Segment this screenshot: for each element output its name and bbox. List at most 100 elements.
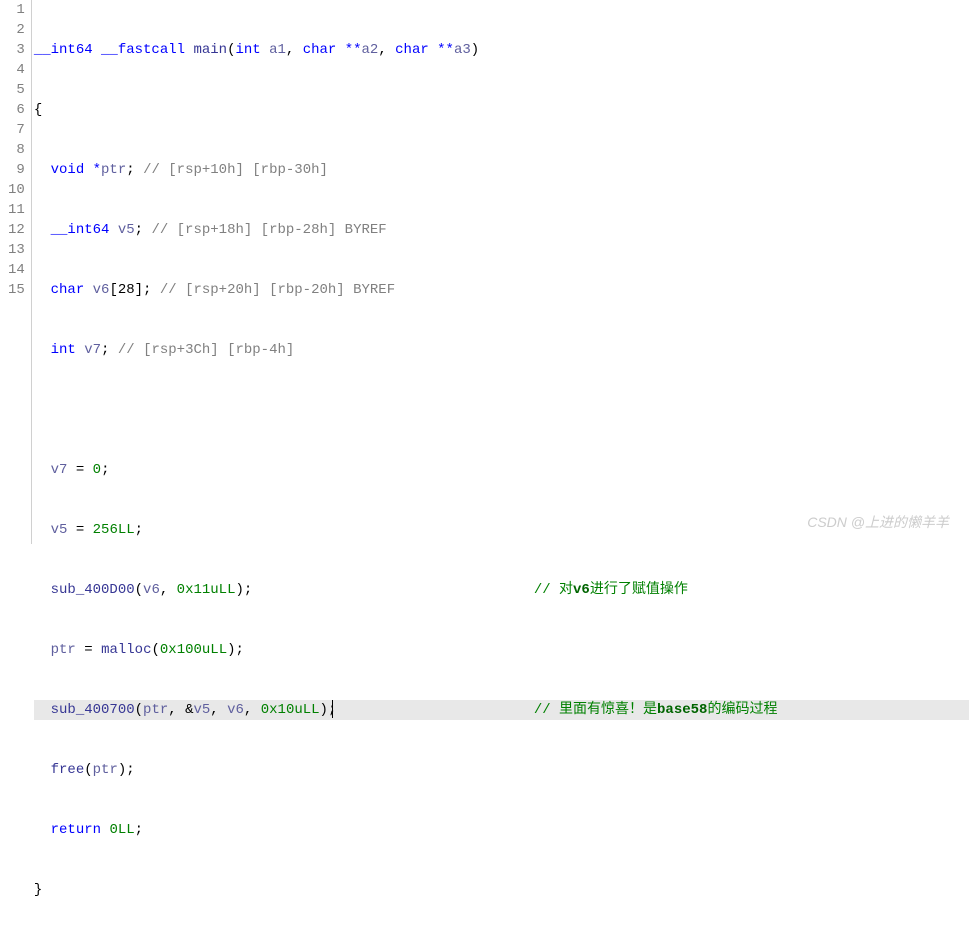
comment: // [rsp+20h] [rbp-20h] BYREF [160,282,395,298]
indent [34,582,51,598]
line-number: 13 [8,240,25,260]
keyword: char ** [303,42,362,58]
array-decl: [28]; [109,282,159,298]
param[interactable]: a2 [362,42,379,58]
function-name[interactable]: main [193,42,227,58]
function-call[interactable]: sub_400D00 [51,582,135,598]
paren: ); [320,702,337,718]
indent [34,702,51,718]
paren: ) [471,42,479,58]
user-comment: // 对v6进行了赋值操作 [534,580,688,600]
variable[interactable]: v5 [51,522,68,538]
paren: ( [135,582,143,598]
number: 0 [93,462,101,478]
code-line[interactable]: free(ptr); [34,760,969,780]
number: 256LL [93,522,135,538]
arg[interactable]: v5 [193,702,210,718]
code-line[interactable]: { [34,100,969,120]
code-line[interactable]: ptr = malloc(0x100uLL); [34,640,969,660]
line-number: 6 [8,100,25,120]
keyword: __int64 __fastcall [34,42,194,58]
keyword: char ** [395,42,454,58]
line-number: 7 [8,120,25,140]
line-number: 11 [8,200,25,220]
comma: , [378,42,395,58]
number: 0LL [109,822,134,838]
code-line[interactable]: int v7; // [rsp+3Ch] [rbp-4h] [34,340,969,360]
keyword: char [34,282,93,298]
watermark: CSDN @上进的懒羊羊 [807,512,949,532]
brace: { [34,102,42,118]
arg[interactable]: ptr [93,762,118,778]
variable[interactable]: v7 [51,462,68,478]
indent [34,822,51,838]
keyword: void * [34,162,101,178]
paren: ); [235,582,252,598]
operator: = [76,642,101,658]
function-call[interactable]: free [51,762,85,778]
indent [34,522,51,538]
user-comment: // 里面有惊喜！是base58的编码过程 [534,700,778,720]
semicolon: ; [101,462,109,478]
comment: // [rsp+10h] [rbp-30h] [143,162,328,178]
arg[interactable]: ptr [143,702,168,718]
text-cursor [332,700,333,718]
code-line[interactable]: char v6[28]; // [rsp+20h] [rbp-20h] BYRE… [34,280,969,300]
param[interactable]: a3 [454,42,471,58]
line-number: 14 [8,260,25,280]
number: 0x100uLL [160,642,227,658]
paren: ( [84,762,92,778]
variable[interactable]: ptr [101,162,126,178]
line-number: 1 [8,0,25,20]
function-call[interactable]: sub_400700 [51,702,135,718]
line-gutter: 1 2 3 4 5 6 7 8 9 10 11 12 13 14 15 [0,0,32,544]
paren: ( [151,642,159,658]
operator: = [67,522,92,538]
code-line[interactable]: v7 = 0; [34,460,969,480]
code-line[interactable]: void *ptr; // [rsp+10h] [rbp-30h] [34,160,969,180]
comment: // [rsp+18h] [rbp-28h] BYREF [151,222,386,238]
function-call[interactable]: malloc [101,642,151,658]
paren: ( [135,702,143,718]
variable[interactable]: v5 [118,222,135,238]
comma: , [160,582,177,598]
arg[interactable]: v6 [143,582,160,598]
keyword: int [235,42,269,58]
operator: = [67,462,92,478]
code-line[interactable]: sub_400D00(v6, 0x11uLL); // 对v6进行了赋值操作 [34,580,969,600]
indent [34,642,51,658]
line-number: 4 [8,60,25,80]
arg[interactable]: v6 [227,702,244,718]
code-line[interactable]: return 0LL; [34,820,969,840]
comma: , [244,702,261,718]
line-number: 5 [8,80,25,100]
code-line[interactable]: } [34,880,969,900]
comma: , & [168,702,193,718]
line-number: 10 [8,180,25,200]
comment: // [rsp+3Ch] [rbp-4h] [118,342,294,358]
line-number: 2 [8,20,25,40]
param[interactable]: a1 [269,42,286,58]
code-editor[interactable]: 1 2 3 4 5 6 7 8 9 10 11 12 13 14 15 __in… [0,0,969,544]
variable[interactable]: ptr [51,642,76,658]
code-line[interactable] [34,400,969,420]
comma: , [210,702,227,718]
paren: ); [118,762,135,778]
code-body[interactable]: __int64 __fastcall main(int a1, char **a… [32,0,969,544]
semicolon: ; [135,522,143,538]
semicolon: ; [126,162,143,178]
keyword: __int64 [34,222,118,238]
brace: } [34,882,42,898]
number: 0x11uLL [177,582,236,598]
line-number: 12 [8,220,25,240]
code-line[interactable]: __int64 v5; // [rsp+18h] [rbp-28h] BYREF [34,220,969,240]
code-line-current[interactable]: sub_400700(ptr, &v5, v6, 0x10uLL); // 里面… [34,700,969,720]
variable[interactable]: v6 [93,282,110,298]
line-number: 9 [8,160,25,180]
variable[interactable]: v7 [84,342,101,358]
line-number: 8 [8,140,25,160]
code-line[interactable]: __int64 __fastcall main(int a1, char **a… [34,40,969,60]
comma: , [286,42,303,58]
keyword: int [34,342,84,358]
number: 0x10uLL [261,702,320,718]
